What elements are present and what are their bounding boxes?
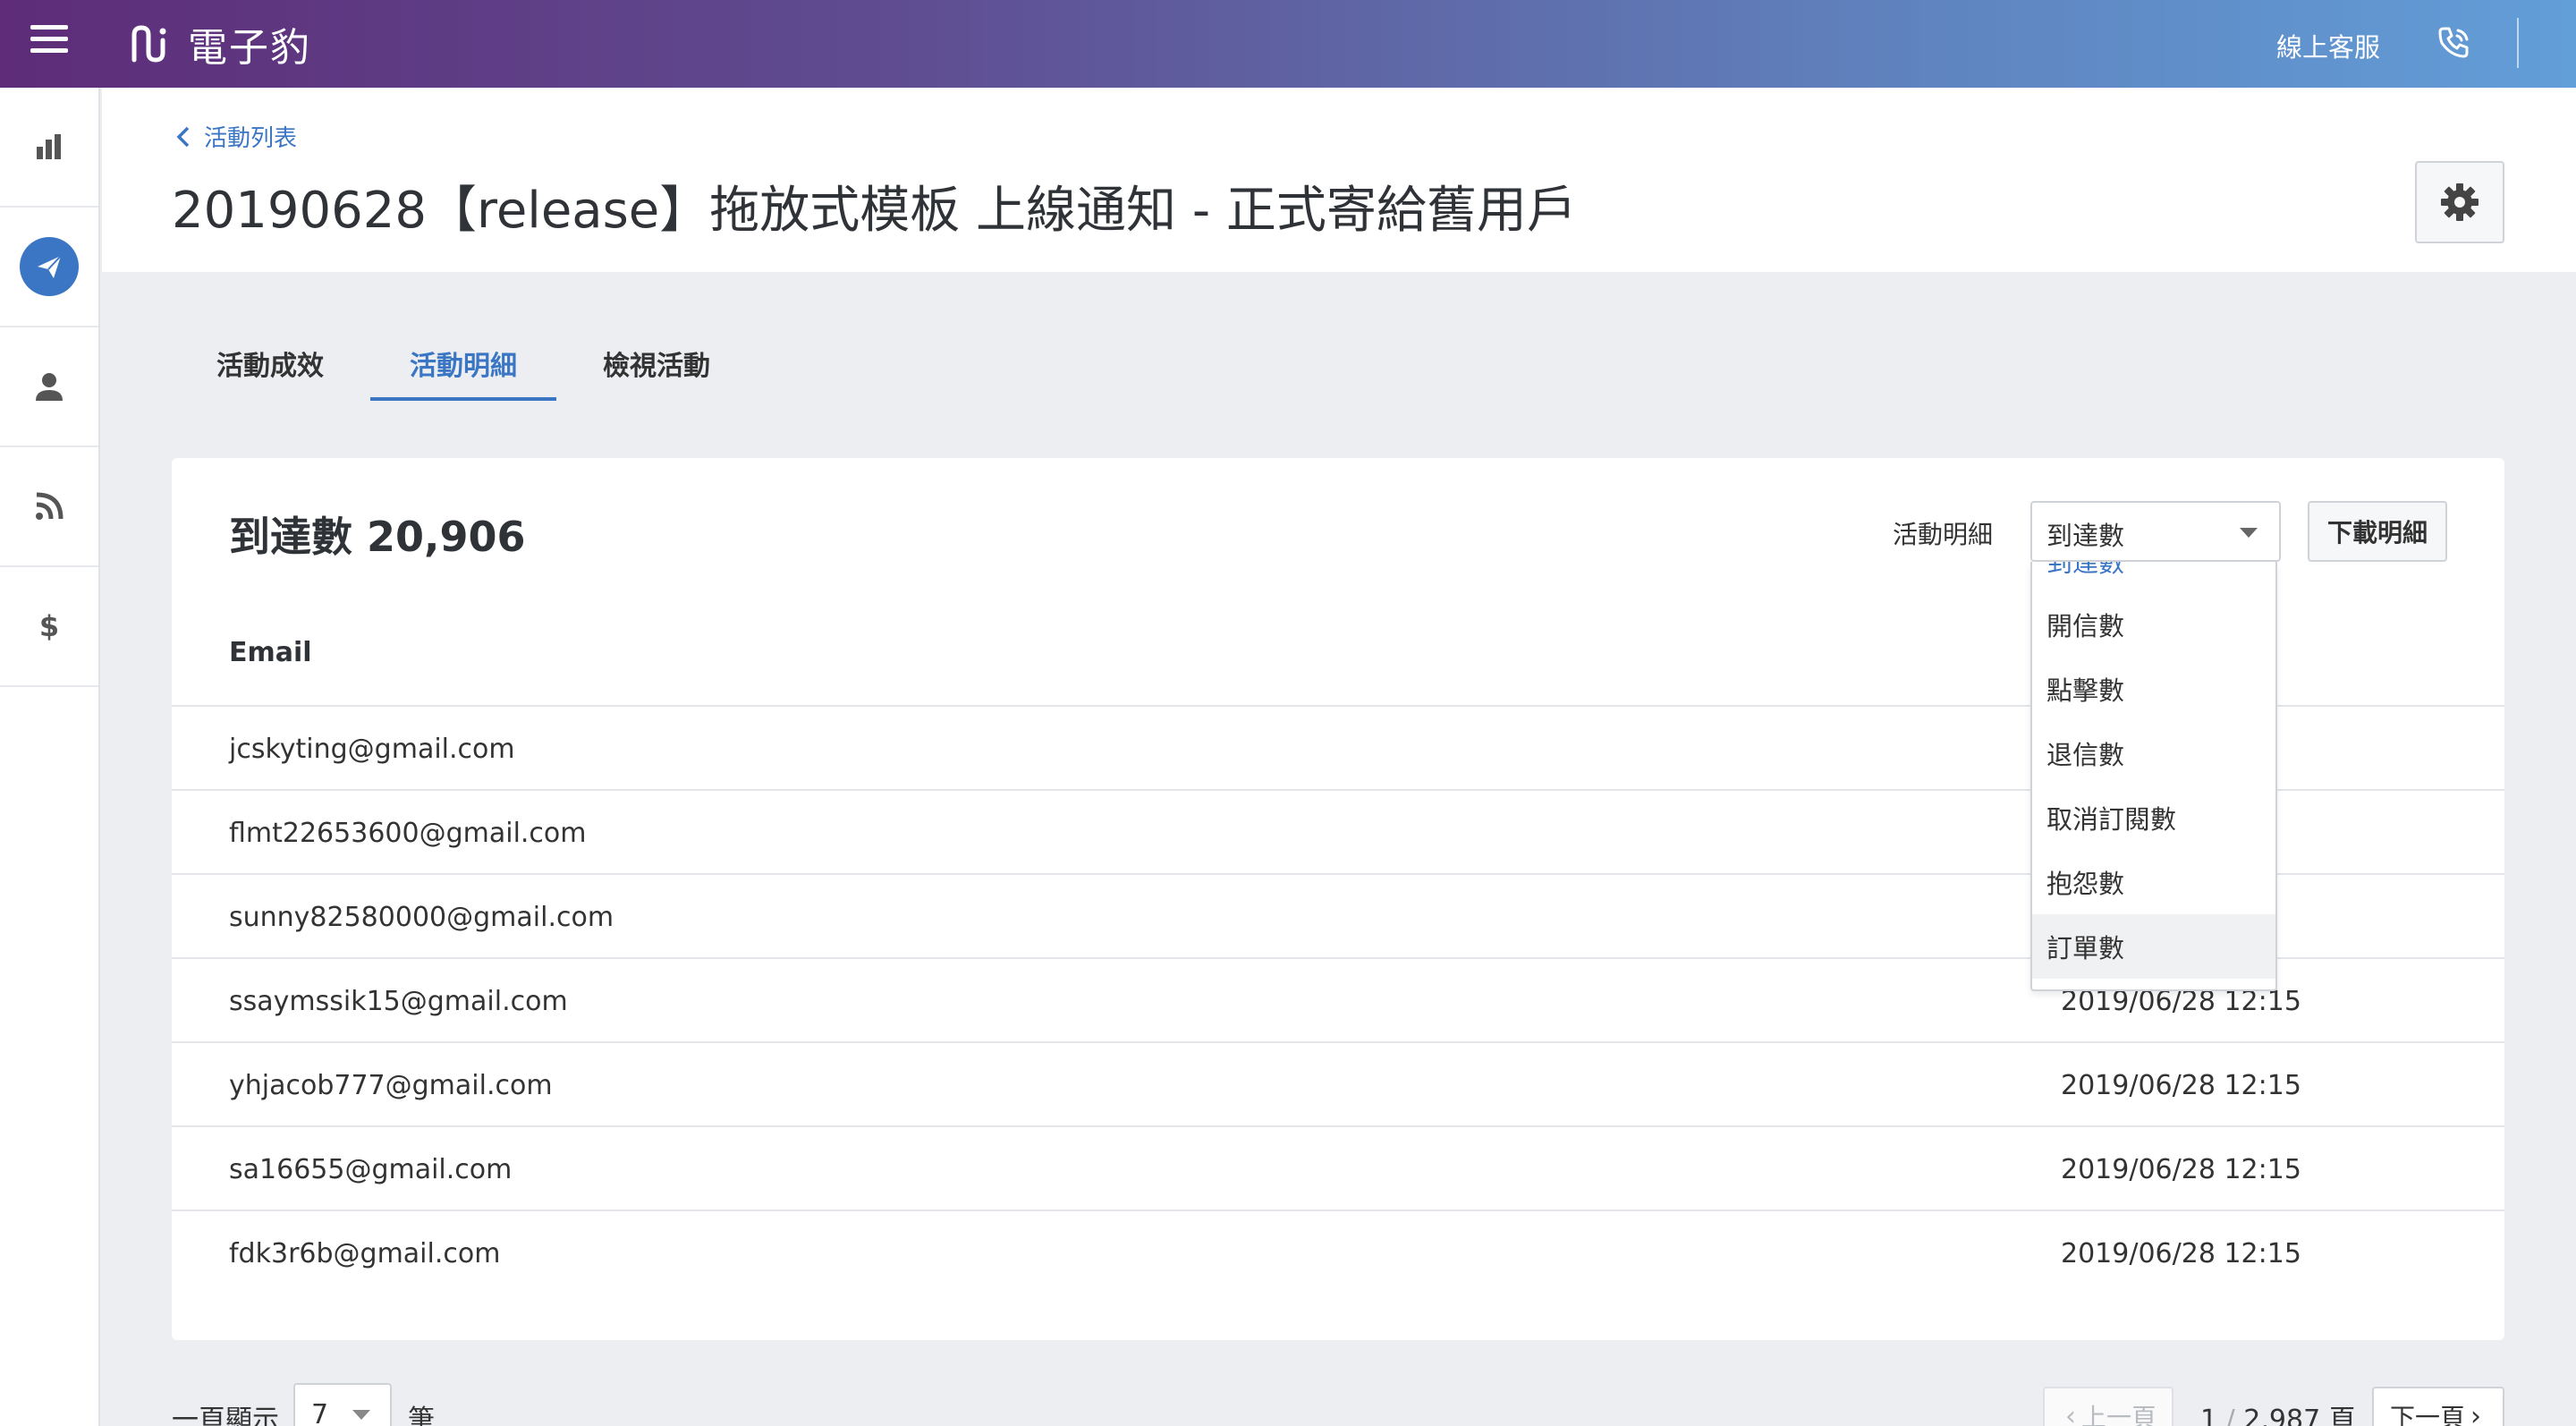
- row-email: jcskyting@gmail.com: [229, 734, 515, 765]
- total-pages: 2,987: [2243, 1405, 2321, 1426]
- page-separator: /: [2225, 1405, 2235, 1426]
- page-indicator: 1 / 2,987 頁: [2200, 1397, 2356, 1426]
- table-row: sa16655@gmail.com 2019/06/28 12:15: [172, 1125, 2504, 1210]
- metric-select[interactable]: 到達數: [2030, 501, 2281, 562]
- card-title: 到達數 20,906: [229, 513, 526, 561]
- prev-page-button[interactable]: ‹ 上一頁: [2043, 1387, 2174, 1426]
- row-email: ssaymssik15@gmail.com: [229, 986, 568, 1017]
- metric-dropdown-menu: 到達數 開信數 點擊數 退信數 取消訂閱數 抱怨數 訂單數: [2030, 562, 2277, 991]
- page-header: 活動列表 20190628【release】拖放式模板 上線通知 - 正式寄給舊…: [102, 88, 2576, 272]
- row-email: yhjacob777@gmail.com: [229, 1070, 553, 1101]
- user-icon: [36, 373, 63, 401]
- dropdown-option-delivered[interactable]: 到達數: [2032, 562, 2275, 592]
- menu-icon[interactable]: [30, 25, 68, 61]
- row-email: sa16655@gmail.com: [229, 1154, 513, 1185]
- row-email: sunny82580000@gmail.com: [229, 902, 614, 933]
- row-time: 2019/06/28 12:15: [2061, 1070, 2301, 1101]
- rss-icon: [36, 492, 64, 520]
- top-bar: 電子豹 線上客服: [0, 0, 2576, 88]
- gear-icon: [2441, 183, 2479, 221]
- per-page-value: 7: [311, 1399, 329, 1426]
- sidebar-item-dashboard[interactable]: [0, 88, 98, 208]
- dropdown-option-orders[interactable]: 訂單數: [2032, 914, 2275, 979]
- row-email: fdk3r6b@gmail.com: [229, 1238, 501, 1269]
- chevron-right-icon: ›: [2470, 1400, 2481, 1426]
- sidebar: $: [0, 88, 100, 1426]
- per-page-label: 一頁顯示: [172, 1405, 279, 1426]
- per-page-select[interactable]: 7: [293, 1383, 392, 1426]
- tab-performance[interactable]: 活動成效: [177, 329, 363, 401]
- breadcrumb-label: 活動列表: [204, 125, 298, 152]
- settings-button[interactable]: [2415, 161, 2504, 243]
- dollar-icon: $: [39, 609, 59, 643]
- current-page: 1: [2200, 1405, 2218, 1426]
- sidebar-item-rss[interactable]: [0, 447, 98, 567]
- tab-details[interactable]: 活動明細: [370, 329, 556, 401]
- tab-view-campaign[interactable]: 檢視活動: [564, 329, 750, 401]
- phone-icon[interactable]: [2435, 23, 2474, 63]
- bar-chart-icon: [37, 134, 61, 159]
- download-details-button[interactable]: 下載明細: [2308, 501, 2447, 562]
- row-time: 2019/06/28 12:15: [2061, 1238, 2301, 1269]
- prev-page-label: 上一頁: [2080, 1403, 2157, 1426]
- dropdown-option-complaints[interactable]: 抱怨數: [2032, 850, 2275, 914]
- caret-down-icon: [2240, 528, 2258, 538]
- page-unit: 頁: [2328, 1405, 2356, 1426]
- dropdown-option-unsubscribes[interactable]: 取消訂閱數: [2032, 785, 2275, 850]
- tab-bar: 活動成效 活動明細 檢視活動: [177, 329, 757, 401]
- dropdown-option-clicks[interactable]: 點擊數: [2032, 657, 2275, 721]
- sidebar-item-contacts[interactable]: [0, 327, 98, 447]
- sidebar-item-campaigns[interactable]: [0, 208, 98, 327]
- table-row: fdk3r6b@gmail.com 2019/06/28 12:15: [172, 1210, 2504, 1294]
- breadcrumb[interactable]: 活動列表: [174, 120, 297, 153]
- svg-text:$: $: [39, 609, 59, 643]
- sidebar-item-billing[interactable]: $: [0, 567, 98, 687]
- per-page-unit: 筆: [408, 1405, 435, 1426]
- logo-icon: [131, 25, 166, 63]
- chevron-left-icon: ‹: [2064, 1400, 2076, 1426]
- metric-select-value: 到達數: [2046, 521, 2125, 551]
- email-column-header: Email: [229, 637, 312, 668]
- topbar-divider: [2517, 18, 2519, 68]
- dropdown-option-bounces[interactable]: 退信數: [2032, 721, 2275, 785]
- active-indicator: [20, 237, 79, 296]
- detail-type-label: 活動明細: [1893, 520, 1994, 549]
- logo-text: 電子豹: [188, 25, 311, 71]
- chevron-left-icon: [176, 126, 190, 147]
- row-email: flmt22653600@gmail.com: [229, 818, 587, 849]
- table-row: yhjacob777@gmail.com 2019/06/28 12:15: [172, 1041, 2504, 1125]
- next-page-label: 下一頁: [2389, 1403, 2465, 1426]
- logo[interactable]: 電子豹: [127, 18, 311, 71]
- paper-plane-icon: [38, 255, 62, 278]
- customer-service-link[interactable]: 線上客服: [2276, 27, 2380, 64]
- next-page-button[interactable]: 下一頁 ›: [2372, 1387, 2504, 1426]
- caret-down-icon: [352, 1410, 370, 1420]
- row-time: 2019/06/28 12:15: [2061, 1154, 2301, 1185]
- dropdown-option-opens[interactable]: 開信數: [2032, 592, 2275, 657]
- page-title: 20190628【release】拖放式模板 上線通知 - 正式寄給舊用戶: [172, 182, 1577, 240]
